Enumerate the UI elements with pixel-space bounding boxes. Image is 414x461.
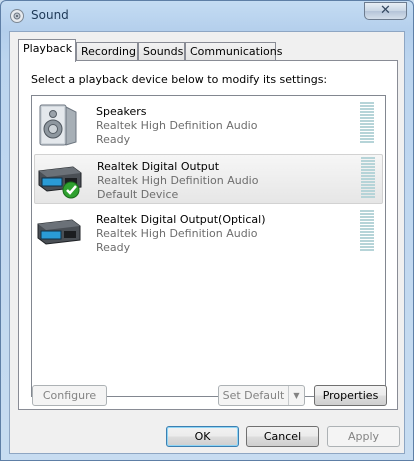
device-status: Default Device — [97, 188, 179, 201]
playback-panel: Select a playback device below to modify… — [18, 60, 398, 410]
device-item-digital-output-optical[interactable]: Realtek Digital Output(Optical) Realtek … — [34, 208, 383, 258]
tab-communications[interactable]: Communications — [185, 42, 282, 61]
device-description: Realtek High Definition Audio — [97, 174, 259, 187]
cancel-button[interactable]: Cancel — [246, 426, 319, 447]
speaker-icon — [39, 104, 77, 146]
digital-output-icon — [38, 166, 82, 199]
device-status: Ready — [96, 241, 131, 254]
volume-level-meter — [361, 157, 375, 201]
set-default-label: Set Default — [222, 389, 285, 402]
device-list[interactable]: Speakers Realtek High Definition Audio R… — [31, 95, 386, 397]
title-bar[interactable]: Sound ✕ — [1, 1, 413, 31]
tab-playback[interactable]: Playback — [18, 39, 76, 62]
apply-button[interactable]: Apply — [327, 426, 400, 447]
chevron-down-icon[interactable]: ▼ — [288, 386, 304, 405]
ok-button[interactable]: OK — [166, 426, 239, 447]
sound-dialog: Sound ✕ Playback Recording Sounds Commun… — [0, 0, 414, 461]
device-name: Speakers — [96, 105, 147, 118]
configure-button[interactable]: Configure — [32, 385, 107, 406]
dialog-client-area: Playback Recording Sounds Communications… — [9, 31, 405, 454]
sound-app-icon — [10, 9, 24, 23]
device-name: Realtek Digital Output(Optical) — [96, 213, 266, 226]
device-description: Realtek High Definition Audio — [96, 227, 258, 240]
tab-recording[interactable]: Recording — [76, 42, 138, 61]
device-item-digital-output[interactable]: Realtek Digital Output Realtek High Defi… — [34, 154, 383, 204]
digital-output-icon — [37, 219, 81, 245]
close-icon: ✕ — [380, 3, 391, 18]
device-status: Ready — [96, 133, 131, 146]
tab-sounds[interactable]: Sounds — [138, 42, 185, 61]
device-name: Realtek Digital Output — [97, 160, 220, 173]
window-title: Sound — [31, 8, 69, 22]
set-default-split-button[interactable]: Set Default ▼ — [218, 385, 305, 406]
instruction-text: Select a playback device below to modify… — [31, 73, 328, 86]
volume-level-meter — [360, 102, 374, 146]
close-button[interactable]: ✕ — [364, 2, 407, 20]
device-description: Realtek High Definition Audio — [96, 119, 258, 132]
volume-level-meter — [360, 210, 374, 254]
device-item-speakers[interactable]: Speakers Realtek High Definition Audio R… — [34, 100, 383, 150]
properties-button[interactable]: Properties — [314, 385, 387, 406]
